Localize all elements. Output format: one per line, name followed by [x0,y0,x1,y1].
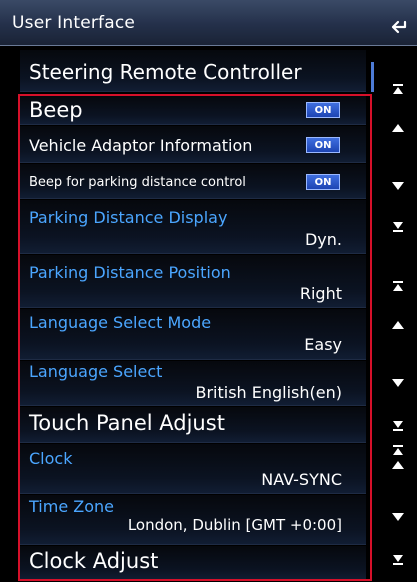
scroll-up-icon [392,124,404,132]
item-label: Touch Panel Adjust [29,411,225,435]
page-bottom-button[interactable] [389,218,407,236]
beep-parking-distance-row: Beep for parking distance control ON [20,164,366,199]
page-bottom-button[interactable] [389,551,407,569]
vehicle-adaptor-toggle[interactable]: ON [306,137,340,153]
item-label: Beep [29,98,83,122]
item-value: Right [299,284,342,303]
item-label: Clock Adjust [29,549,159,573]
page-bottom-icon [393,222,403,232]
scroll-down-button[interactable] [389,508,407,526]
beep-toggle[interactable]: ON [306,102,340,118]
time-zone-row[interactable]: Time Zone London, Dublin [GMT +0:00] [20,495,366,545]
page-bottom-button[interactable] [389,417,407,435]
user-interface-screen: User Interface Steering Remote Controlle… [0,0,417,582]
steering-remote-controller-row[interactable]: Steering Remote Controller [20,50,366,92]
item-label: Parking Distance Position [29,263,231,282]
item-label: Language Select [29,362,163,381]
scroll-down-icon [392,513,404,521]
page-bottom-icon [393,555,403,565]
item-label: Parking Distance Display [29,208,228,227]
scroll-buttons-column [380,46,417,582]
page-bottom-icon [393,421,403,431]
language-select-mode-row[interactable]: Language Select Mode Easy [20,309,366,360]
beep-parking-toggle[interactable]: ON [306,174,340,190]
header-bar: User Interface [0,0,417,46]
page-top-button[interactable] [389,80,407,98]
item-label: Time Zone [29,497,114,516]
item-value: Dyn. [304,230,342,249]
back-arrow-icon [391,20,407,34]
page-title: User Interface [12,13,136,33]
back-button[interactable] [389,16,411,38]
scroll-down-icon [392,379,404,387]
item-value: London, Dublin [GMT +0:00] [127,516,342,534]
scroll-up-icon [392,321,404,329]
item-label: Vehicle Adaptor Information [29,136,253,155]
page-top-icon [393,281,403,291]
item-value: Easy [304,335,342,354]
scrollbar-thumb[interactable] [371,62,374,92]
beep-row: Beep ON [20,96,366,125]
parking-distance-position-row[interactable]: Parking Distance Position Right [20,255,366,308]
touch-panel-adjust-row[interactable]: Touch Panel Adjust [20,407,366,443]
scroll-up-button[interactable] [389,119,407,137]
scroll-up-button[interactable] [389,456,407,474]
scroll-down-button[interactable] [389,374,407,392]
scroll-up-icon [392,461,404,469]
scroll-up-button[interactable] [389,316,407,334]
item-label: Clock [29,449,73,468]
page-top-icon [393,445,403,455]
item-label: Language Select Mode [29,313,212,332]
language-select-row[interactable]: Language Select British English(en) [20,361,366,406]
item-label: Beep for parking distance control [29,175,246,190]
page-top-icon [393,84,403,94]
item-value: NAV-SYNC [261,470,342,489]
scroll-down-icon [392,182,404,190]
clock-adjust-row[interactable]: Clock Adjust [20,546,366,580]
clock-row[interactable]: Clock NAV-SYNC [20,444,366,494]
page-top-button[interactable] [389,277,407,295]
parking-distance-display-row[interactable]: Parking Distance Display Dyn. [20,200,366,254]
scroll-down-button[interactable] [389,177,407,195]
item-value: British English(en) [195,383,342,402]
vehicle-adaptor-information-row: Vehicle Adaptor Information ON [20,126,366,163]
item-label: Steering Remote Controller [29,60,302,84]
